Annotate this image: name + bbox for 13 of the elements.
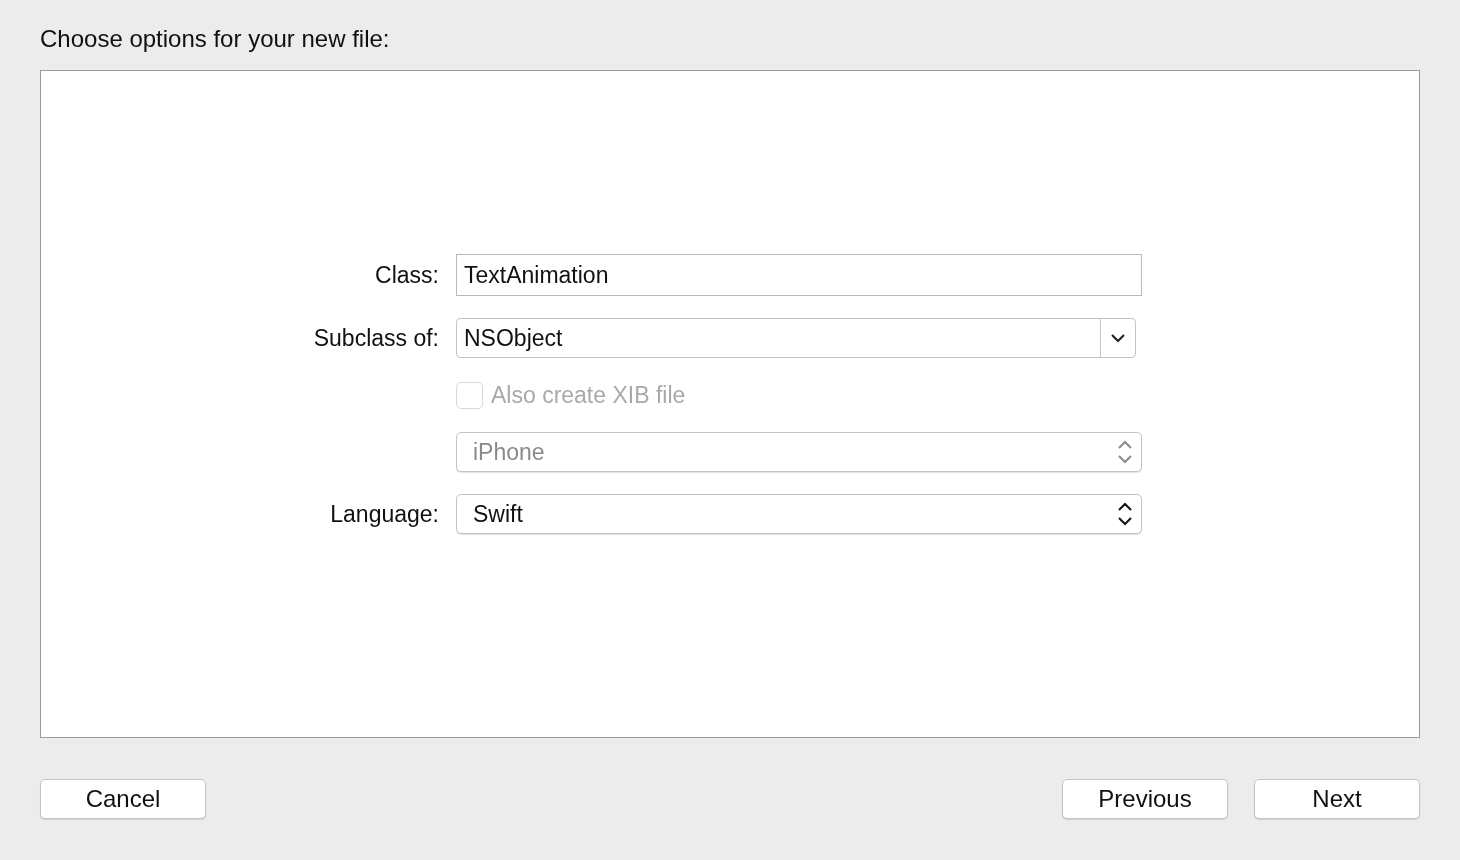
checkbox-label: Also create XIB file	[491, 380, 686, 410]
field-label: Subclass of:	[313, 323, 439, 353]
up-down-arrows-icon	[1117, 439, 1133, 465]
dialog-button[interactable]: Previous	[1062, 779, 1228, 819]
class-name-field[interactable]: TextAnimation	[456, 254, 1142, 296]
dialog-button[interactable]: Next	[1254, 779, 1420, 819]
popup-menu[interactable]: Swift	[456, 494, 1142, 534]
field-label: Language:	[330, 499, 439, 529]
dialog-button[interactable]: Cancel	[40, 779, 206, 819]
dialog-title: Choose options for your new file:	[40, 24, 390, 54]
subclass-combo-box[interactable]: NSObject	[456, 318, 1136, 358]
up-down-arrows-icon	[1117, 501, 1133, 527]
field-label: Class:	[375, 260, 439, 290]
